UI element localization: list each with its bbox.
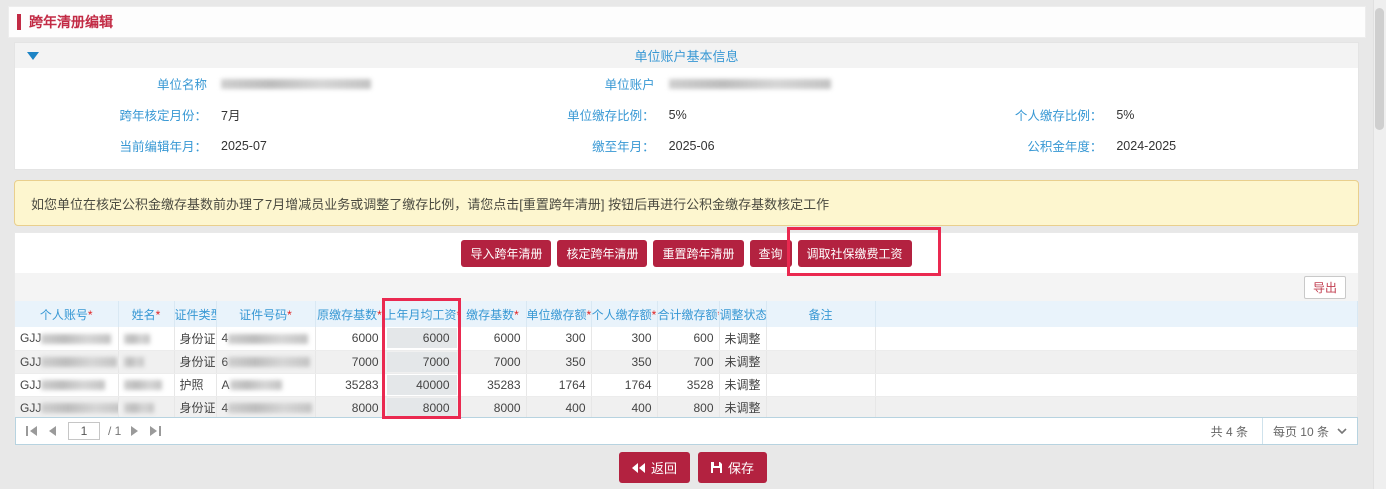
last-page-icon[interactable] <box>150 426 161 436</box>
page-size-label: 每页 10 条 <box>1273 423 1329 440</box>
edit-month-value: 2025-07 <box>221 139 267 153</box>
page-size-select[interactable]: 每页 10 条 <box>1262 418 1357 444</box>
table-row: GJJ 身份证 6 7000 7000 7000 350 350 700 未调整 <box>15 350 1358 373</box>
audit-roster-button[interactable]: 核定跨年清册 <box>557 240 647 267</box>
col-header-name: 姓名* <box>118 301 174 327</box>
avg-wage-input[interactable]: 7000 <box>387 352 457 372</box>
footer-actions: 返回 保存 <box>0 452 1386 483</box>
next-page-icon[interactable] <box>131 426 140 436</box>
paid-to-label: 缴至年月： <box>463 136 655 155</box>
field-audit-month: 跨年核定月份： 7月 <box>15 105 463 124</box>
avg-wage-input[interactable]: 40000 <box>387 375 457 395</box>
warning-notice-text: 如您单位在核定公积金缴存基数前办理了7月增减员业务或调整了缴存比例，请您点击[重… <box>31 194 829 213</box>
first-page-icon[interactable] <box>26 426 37 436</box>
field-fund-year: 公积金年度： 2024-2025 <box>910 136 1358 155</box>
reset-roster-button[interactable]: 重置跨年清册 <box>653 240 743 267</box>
roster-table: 个人账号* 姓名* 证件类型* 证件号码* 原缴存基数* 上年月均工资* 缴存基… <box>15 301 1358 420</box>
unit-account-redacted-value <box>669 79 831 89</box>
personal-ratio-value: 5% <box>1116 108 1134 122</box>
field-paid-to: 缴至年月： 2025-06 <box>463 136 911 155</box>
field-personal-ratio: 个人缴存比例： 5% <box>910 105 1358 124</box>
total-count-label: 共 4 条 <box>1211 423 1248 440</box>
field-unit-name: 单位名称 <box>15 74 463 93</box>
col-header-filler <box>875 301 1358 327</box>
fetch-social-security-wage-button[interactable]: 调取社保缴费工资 <box>798 240 912 267</box>
personal-ratio-label: 个人缴存比例： <box>910 105 1102 124</box>
unit-name-redacted-value <box>221 79 371 89</box>
unit-ratio-label: 单位缴存比例： <box>463 105 655 124</box>
status-cell: 未调整 <box>719 396 766 419</box>
export-button[interactable]: 导出 <box>1304 276 1346 299</box>
back-button[interactable]: 返回 <box>619 452 690 483</box>
edit-month-label: 当前编辑年月： <box>15 136 207 155</box>
account-info-panel: 单位账户基本信息 单位名称 单位账户 跨年核定月份： 7月 单位缴存比例： 5%… <box>14 42 1359 170</box>
page-header: 跨年清册编辑 <box>8 6 1366 38</box>
field-unit-ratio: 单位缴存比例： 5% <box>463 105 911 124</box>
status-cell: 未调整 <box>719 373 766 396</box>
unit-ratio-value: 5% <box>669 108 687 122</box>
audit-month-value: 7月 <box>221 105 240 124</box>
unit-name-label: 单位名称 <box>15 74 207 93</box>
page-total-label: / 1 <box>108 424 121 438</box>
col-header-account: 个人账号* <box>15 301 118 327</box>
save-button[interactable]: 保存 <box>698 452 767 483</box>
col-header-avg-wage: 上年月均工资* <box>384 301 459 327</box>
import-roster-button[interactable]: 导入跨年清册 <box>461 240 551 267</box>
avg-wage-input[interactable]: 8000 <box>387 398 457 418</box>
scrollbar-thumb[interactable] <box>1375 8 1384 130</box>
col-header-id-number: 证件号码* <box>216 301 315 327</box>
collapse-arrow-icon[interactable] <box>27 52 39 60</box>
page-title: 跨年清册编辑 <box>29 12 113 32</box>
pagination-bar: / 1 共 4 条 每页 10 条 <box>15 417 1358 445</box>
fund-year-label: 公积金年度： <box>910 136 1102 155</box>
action-toolbar: 导入跨年清册 核定跨年清册 重置跨年清册 查询 调取社保缴费工资 <box>15 233 1358 273</box>
table-row: GJJ 身份证 4 8000 8000 8000 400 400 800 未调整 <box>15 396 1358 419</box>
page-number-input[interactable] <box>68 422 100 440</box>
status-cell: 未调整 <box>719 327 766 350</box>
vertical-scrollbar[interactable] <box>1373 0 1386 489</box>
roster-section: 导入跨年清册 核定跨年清册 重置跨年清册 查询 调取社保缴费工资 导出 个人账号… <box>14 232 1359 446</box>
col-header-id-type: 证件类型* <box>174 301 216 327</box>
col-header-remark: 备注 <box>766 301 875 327</box>
warning-notice: 如您单位在核定公积金缴存基数前办理了7月增减员业务或调整了缴存比例，请您点击[重… <box>14 180 1359 226</box>
field-unit-account: 单位账户 <box>463 74 911 93</box>
account-info-panel-header: 单位账户基本信息 <box>15 43 1358 68</box>
col-header-base: 缴存基数* <box>459 301 526 327</box>
col-header-old-base: 原缴存基数* <box>315 301 384 327</box>
col-header-total-amount: 合计缴存额* <box>657 301 719 327</box>
double-left-arrow-icon <box>632 463 645 473</box>
col-header-unit-amount: 单位缴存额* <box>526 301 591 327</box>
title-accent-bar <box>17 14 21 30</box>
audit-month-label: 跨年核定月份： <box>15 105 207 124</box>
chevron-down-icon <box>1337 428 1347 434</box>
table-row: GJJ 护照 A 35283 40000 35283 1764 1764 352… <box>15 373 1358 396</box>
table-header-row: 个人账号* 姓名* 证件类型* 证件号码* 原缴存基数* 上年月均工资* 缴存基… <box>15 301 1358 327</box>
paid-to-value: 2025-06 <box>669 139 715 153</box>
col-header-personal-amount: 个人缴存额* <box>591 301 657 327</box>
col-header-status: 调整状态* <box>719 301 766 327</box>
avg-wage-input[interactable]: 6000 <box>387 328 457 348</box>
query-button[interactable]: 查询 <box>750 240 792 267</box>
account-info-title: 单位账户基本信息 <box>634 46 738 65</box>
prev-page-icon[interactable] <box>47 426 56 436</box>
unit-account-label: 单位账户 <box>463 74 655 93</box>
table-row: GJJ 身份证 4 6000 6000 6000 300 300 600 未调整 <box>15 327 1358 350</box>
fund-year-value: 2024-2025 <box>1116 139 1176 153</box>
field-edit-month: 当前编辑年月： 2025-07 <box>15 136 463 155</box>
export-row: 导出 <box>15 273 1358 301</box>
status-cell: 未调整 <box>719 350 766 373</box>
save-disk-icon <box>711 462 722 473</box>
